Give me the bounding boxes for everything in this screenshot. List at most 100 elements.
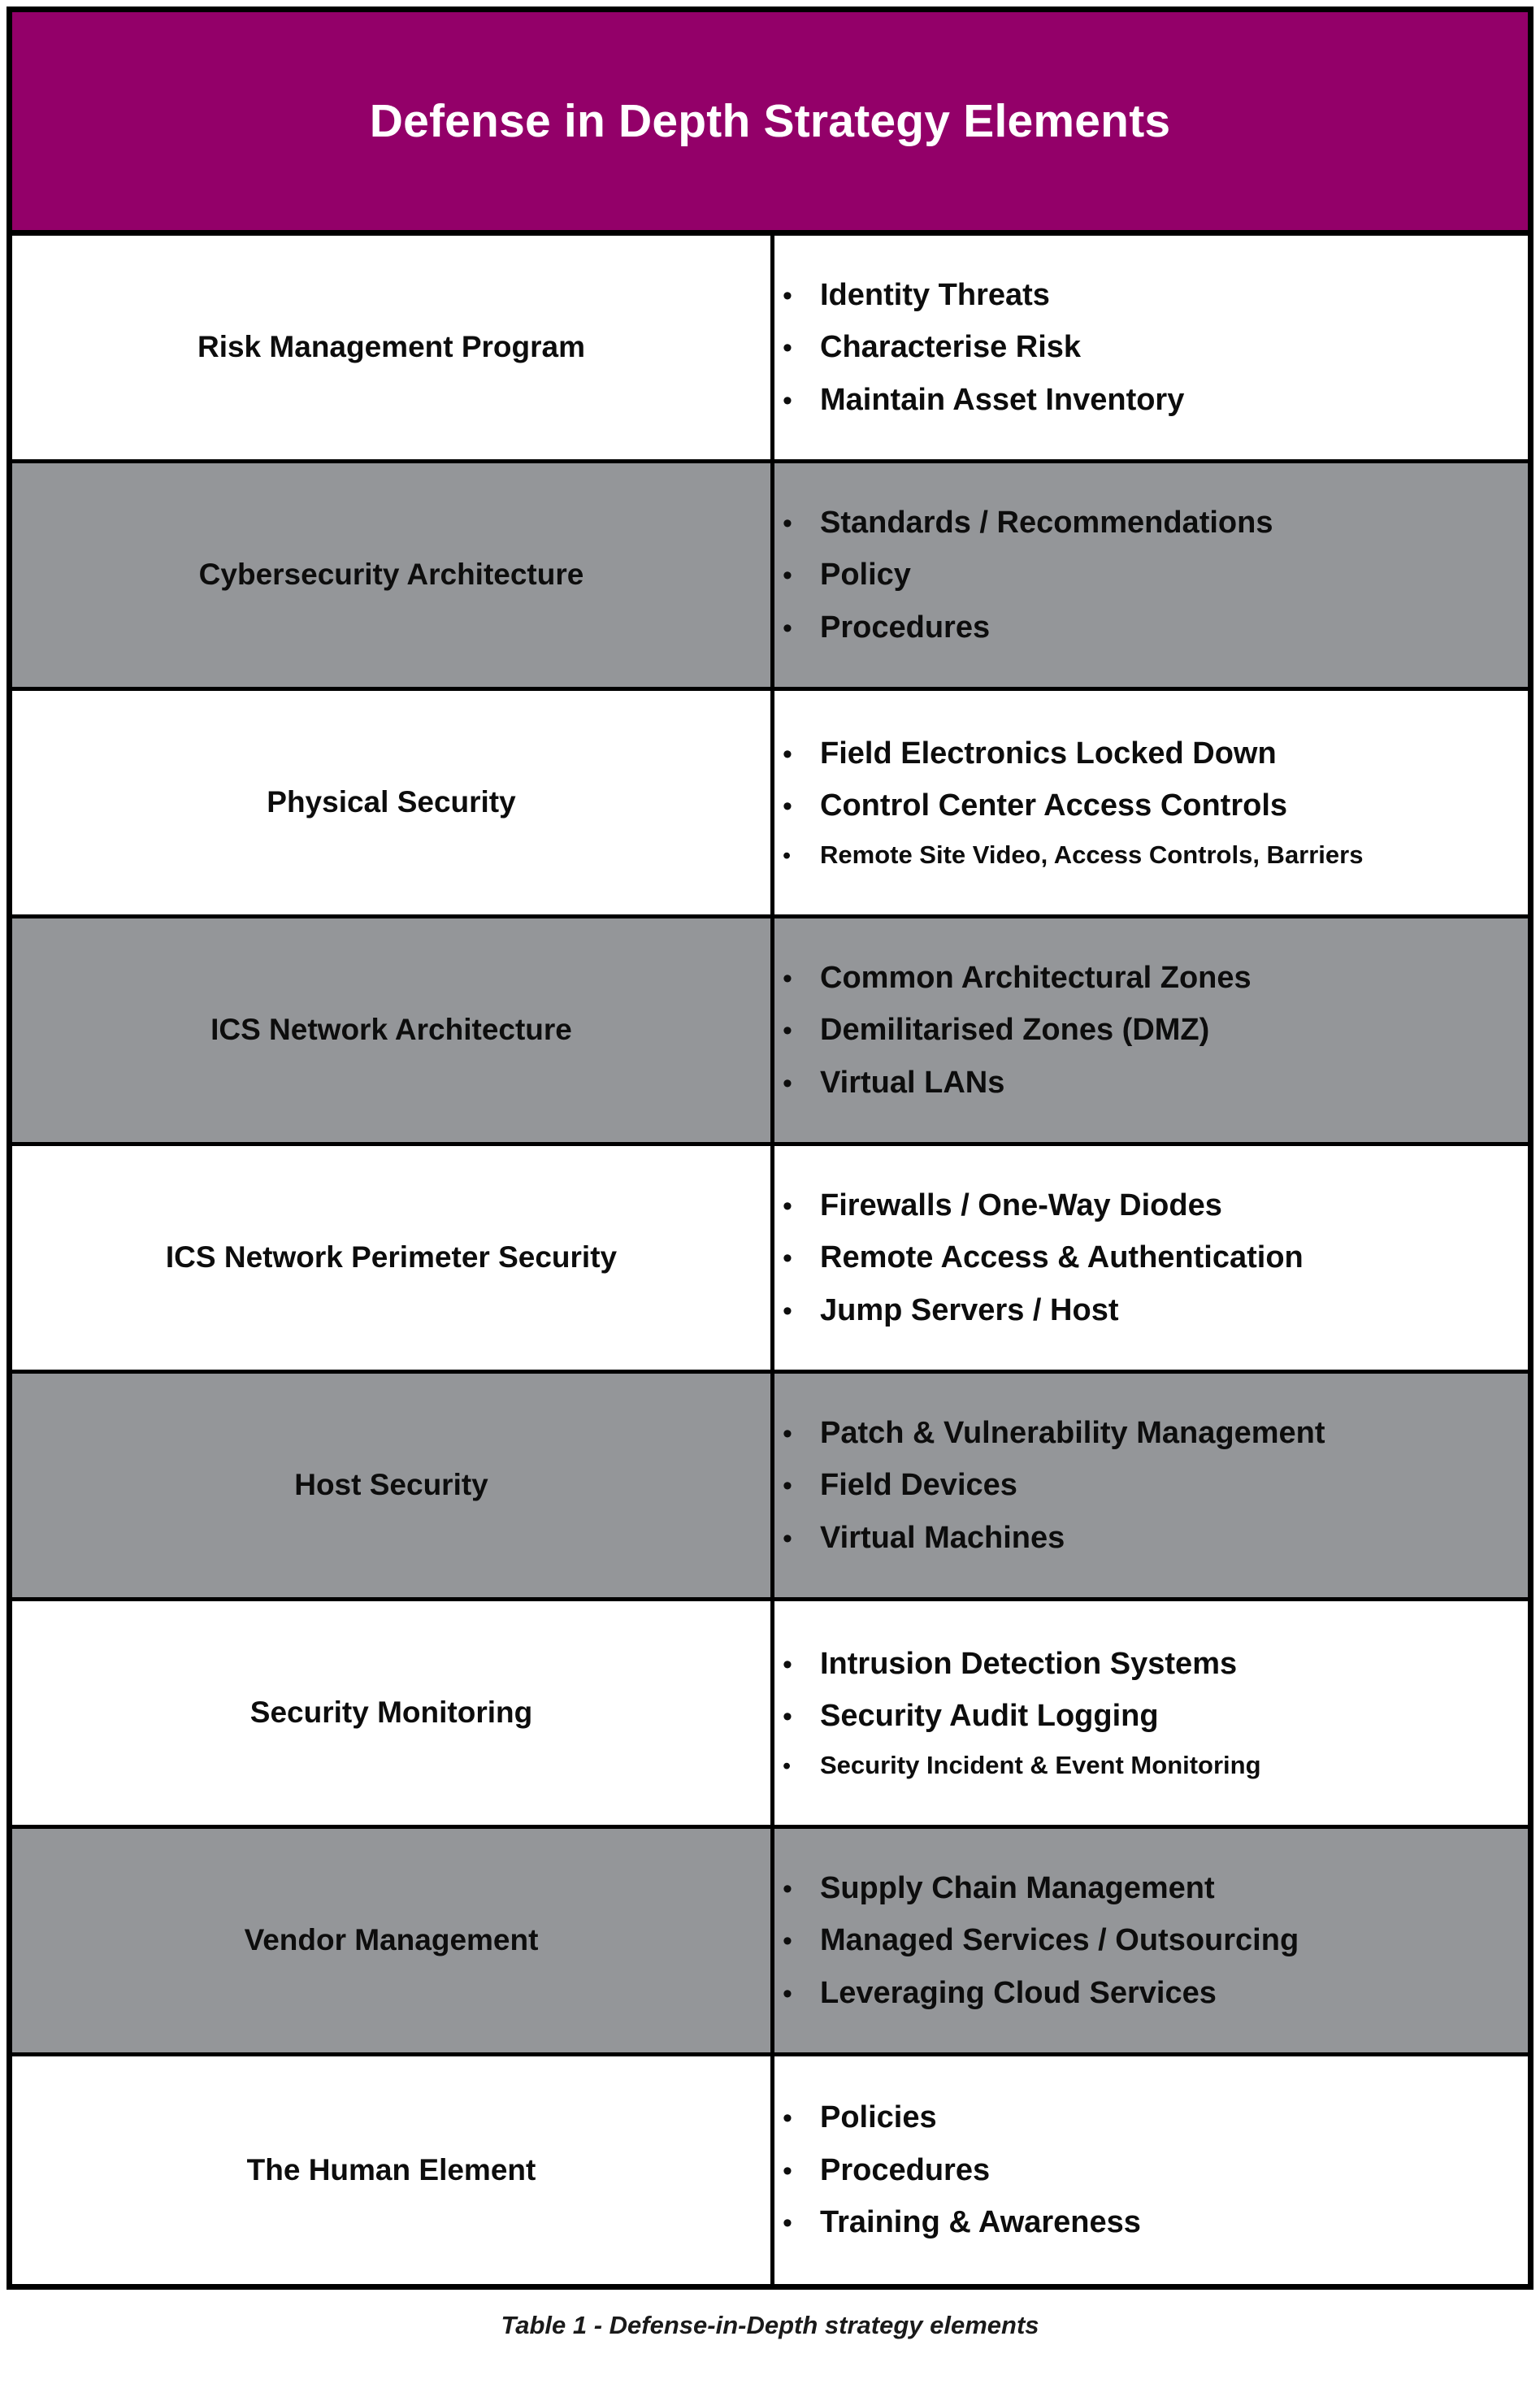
- defense-in-depth-table: Defense in Depth Strategy Elements Risk …: [7, 7, 1533, 2290]
- row-label-cell: Risk Management Program: [12, 236, 774, 459]
- list-item-label: Security Audit Logging: [820, 1699, 1159, 1734]
- row-label: Security Monitoring: [249, 1696, 533, 1730]
- bullet-dot-icon: •: [783, 842, 792, 869]
- list-item: • Security Incident & Event Monitoring: [783, 1750, 1518, 1780]
- row-label-cell: Security Monitoring: [12, 1601, 774, 1825]
- list-item-label: Demilitarised Zones (DMZ): [820, 1013, 1210, 1048]
- bullet-dot-icon: •: [783, 1522, 792, 1554]
- list-item-label: Policy: [820, 558, 911, 593]
- list-item-label: Training & Awareness: [820, 2205, 1141, 2240]
- row-items-cell: • Supply Chain Management • Managed Service…: [774, 1829, 1528, 2052]
- list-item-label: Common Architectural Zones: [820, 960, 1252, 995]
- list-item-label: Policies: [820, 2100, 937, 2135]
- table-row: The Human Element • Policies • Procedures • Tr…: [12, 2056, 1528, 2284]
- row-label: Risk Management Program: [197, 330, 586, 364]
- row-items-cell: • Policies • Procedures • Training & Awarenes…: [774, 2056, 1528, 2284]
- list-item-label: Security Incident & Event Monitoring: [820, 1750, 1261, 1779]
- bullet-dot-icon: •: [783, 2208, 792, 2239]
- row-label-cell: Vendor Management: [12, 1829, 774, 2052]
- bullet-dot-icon: •: [783, 384, 792, 416]
- list-item-label: Control Center Access Controls: [820, 788, 1288, 823]
- bullet-dot-icon: •: [783, 1701, 792, 1733]
- list-item-label: Maintain Asset Inventory: [820, 382, 1185, 417]
- bullet-dot-icon: •: [783, 1873, 792, 1904]
- row-label-cell: Physical Security: [12, 691, 774, 914]
- row-label-cell: Host Security: [12, 1374, 774, 1597]
- bullet-dot-icon: •: [783, 1752, 792, 1779]
- list-item: • Patch & Vulnerability Management: [783, 1416, 1518, 1451]
- list-item-label: Remote Access & Authentication: [820, 1240, 1304, 1275]
- list-item: • Identity Threats: [783, 278, 1518, 313]
- row-items-cell: • Field Electronics Locked Down • Control C…: [774, 691, 1528, 914]
- bullet-list: • Firewalls / One-Way Diodes • Remote Acces…: [783, 1188, 1518, 1328]
- table-row: Physical Security • Field Electronics Lock…: [12, 691, 1528, 918]
- bullet-dot-icon: •: [783, 332, 792, 364]
- bullet-dot-icon: •: [783, 560, 792, 592]
- bullet-dot-icon: •: [783, 962, 792, 994]
- bullet-dot-icon: •: [783, 507, 792, 539]
- list-item: • Leveraging Cloud Services: [783, 1976, 1518, 2011]
- bullet-list: • Standards / Recommendations • Policy • Proc…: [783, 506, 1518, 645]
- bullet-dot-icon: •: [783, 1015, 792, 1047]
- list-item-label: Identity Threats: [820, 277, 1050, 312]
- list-item: • Policy: [783, 558, 1518, 593]
- list-item: • Remote Site Video, Access Controls, Bar…: [783, 840, 1518, 870]
- list-item: • Procedures: [783, 610, 1518, 645]
- bullet-list: • Common Architectural Zones • Demilitarise…: [783, 961, 1518, 1101]
- bullet-list: • Policies • Procedures • Training & Awarenes…: [783, 2100, 1518, 2240]
- list-item-label: Standards / Recommendations: [820, 505, 1273, 540]
- list-item: • Jump Servers / Host: [783, 1293, 1518, 1328]
- row-label-cell: ICS Network Architecture: [12, 918, 774, 1142]
- list-item: • Common Architectural Zones: [783, 961, 1518, 996]
- table-row: Vendor Management • Supply Chain Managemen…: [12, 1829, 1528, 2056]
- list-item-label: Procedures: [820, 610, 991, 645]
- row-label: The Human Element: [246, 2152, 536, 2186]
- row-label-cell: Cybersecurity Architecture: [12, 463, 774, 687]
- list-item: • Control Center Access Controls: [783, 788, 1518, 823]
- list-item-label: Jump Servers / Host: [820, 1292, 1119, 1327]
- bullet-dot-icon: •: [783, 1648, 792, 1680]
- list-item-label: Field Devices: [820, 1468, 1017, 1503]
- list-item-label: Virtual LANs: [820, 1065, 1005, 1100]
- bullet-list: • Field Electronics Locked Down • Control C…: [783, 736, 1518, 870]
- bullet-dot-icon: •: [783, 280, 792, 311]
- bullet-dot-icon: •: [783, 1190, 792, 1222]
- bullet-dot-icon: •: [783, 1978, 792, 2009]
- bullet-list: • Identity Threats • Characterise Risk • Main…: [783, 278, 1518, 418]
- row-label: Cybersecurity Architecture: [198, 558, 584, 592]
- bullet-list: • Patch & Vulnerability Management • Field …: [783, 1416, 1518, 1556]
- list-item: • Policies: [783, 2100, 1518, 2135]
- table-row: Host Security • Patch & Vulnerability Mana…: [12, 1374, 1528, 1601]
- table-row: Security Monitoring • Intrusion Detection …: [12, 1601, 1528, 1829]
- list-item: • Demilitarised Zones (DMZ): [783, 1013, 1518, 1048]
- bullet-dot-icon: •: [783, 1926, 792, 1957]
- bullet-dot-icon: •: [783, 1295, 792, 1327]
- row-label: Host Security: [294, 1468, 488, 1502]
- table-row: Cybersecurity Architecture • Standards / R…: [12, 463, 1528, 691]
- row-label-cell: ICS Network Perimeter Security: [12, 1146, 774, 1370]
- row-items-cell: • Patch & Vulnerability Management • Field …: [774, 1374, 1528, 1597]
- list-item-label: Supply Chain Management: [820, 1870, 1215, 1905]
- row-label: Vendor Management: [244, 1923, 539, 1957]
- row-items-cell: • Firewalls / One-Way Diodes • Remote Acces…: [774, 1146, 1528, 1370]
- list-item: • Field Devices: [783, 1468, 1518, 1503]
- bullet-dot-icon: •: [783, 1243, 792, 1274]
- table-row: ICS Network Perimeter Security • Firewalls…: [12, 1146, 1528, 1374]
- list-item: • Security Audit Logging: [783, 1699, 1518, 1734]
- list-item: • Standards / Recommendations: [783, 506, 1518, 541]
- list-item: • Maintain Asset Inventory: [783, 383, 1518, 418]
- list-item: • Virtual Machines: [783, 1521, 1518, 1556]
- table-row: Risk Management Program • Identity Threats…: [12, 236, 1528, 463]
- bullet-list: • Intrusion Detection Systems • Security Au…: [783, 1647, 1518, 1780]
- bullet-dot-icon: •: [783, 1470, 792, 1502]
- row-items-cell: • Common Architectural Zones • Demilitarise…: [774, 918, 1528, 1142]
- bullet-dot-icon: •: [783, 2103, 792, 2134]
- list-item-label: Leveraging Cloud Services: [820, 1975, 1217, 2010]
- table-caption: Table 1 - Defense-in-Depth strategy elem…: [501, 2311, 1039, 2339]
- list-item: • Characterise Risk: [783, 330, 1518, 365]
- bullet-dot-icon: •: [783, 1418, 792, 1449]
- page-title: Defense in Depth Strategy Elements: [369, 94, 1171, 147]
- list-item: • Virtual LANs: [783, 1066, 1518, 1101]
- row-label: Physical Security: [267, 785, 516, 819]
- list-item-label: Virtual Machines: [820, 1520, 1065, 1555]
